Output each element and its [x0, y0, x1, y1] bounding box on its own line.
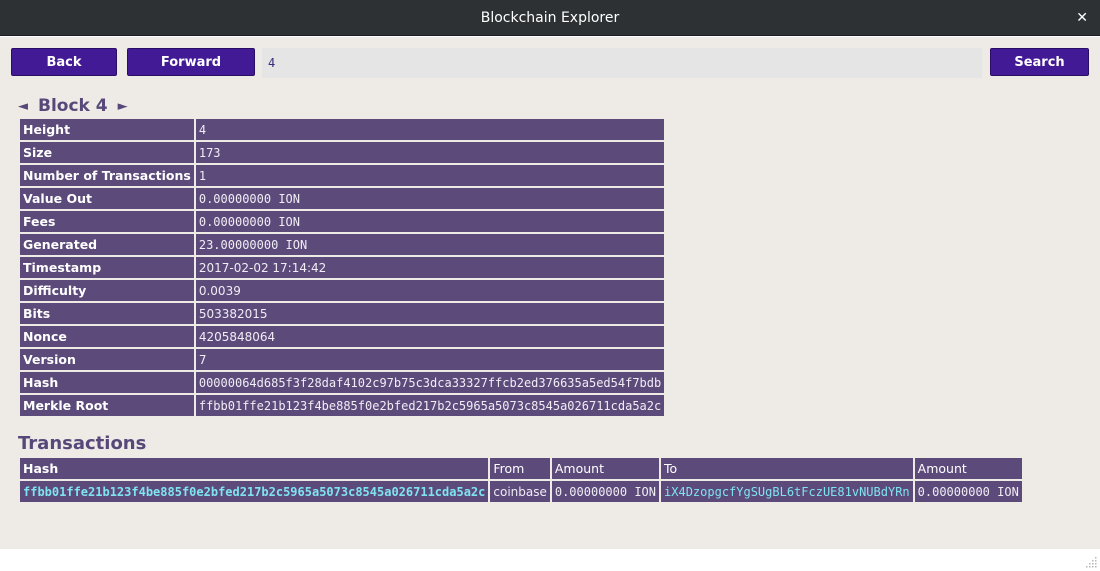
block-field-row: Nonce 4205848064 [20, 326, 665, 347]
field-key: Size [20, 142, 194, 163]
field-value: 173 [195, 142, 665, 163]
field-key: Generated [20, 234, 194, 255]
search-input[interactable] [262, 48, 982, 78]
block-field-row: Timestamp 2017-02-02 17:14:42 [20, 257, 665, 278]
transaction-from: coinbase [490, 481, 550, 502]
column-header-from: From [490, 458, 550, 479]
field-key: Nonce [20, 326, 194, 347]
field-key: Number of Transactions [20, 165, 194, 186]
block-field-row: Fees 0.00000000 ION [20, 211, 665, 232]
field-key: Bits [20, 303, 194, 324]
block-field-row: Hash 00000064d685f3f28daf4102c97b75c3dca3… [20, 372, 665, 393]
block-info-table: Height 4 Size 173 Number of Transactions 1 … [18, 117, 666, 418]
field-value: 4 [195, 119, 665, 140]
field-key: Timestamp [20, 257, 194, 278]
main-content: Back Forward Search ◄ Block 4 ► Height4 … [0, 37, 1100, 549]
block-field-row: Generated 23.00000000 ION [20, 234, 665, 255]
field-value: 503382015 [195, 303, 665, 324]
column-header-amount-in: Amount [551, 458, 660, 479]
block-title: Block 4 [38, 96, 108, 116]
field-value: 0.00000000 ION [195, 188, 665, 209]
field-key: Difficulty [20, 280, 194, 301]
column-header-amount-out: Amount [914, 458, 1022, 479]
field-key: Fees [20, 211, 194, 232]
field-value: 1 [195, 165, 665, 186]
forward-button[interactable]: Forward [127, 48, 255, 76]
field-value: 2017-02-02 17:14:42 [195, 257, 665, 278]
field-value: 23.00000000 ION [195, 234, 665, 255]
field-key: Merkle Root [20, 395, 194, 416]
block-field-row: Height 4 [20, 119, 665, 140]
column-header-hash: Hash [20, 458, 489, 479]
block-field-row: Merkle Root ffbb01ffe21b123f4be885f0e2bfe… [20, 395, 665, 416]
field-value: 0.0039 [195, 280, 665, 301]
block-field-row: Difficulty 0.0039 [20, 280, 665, 301]
transaction-to-address-link[interactable]: iX4DzopgcfYgSUgBL6tFczUE81vNUBdYRn [661, 481, 913, 502]
field-key: Value Out [20, 188, 194, 209]
field-key: Hash [20, 372, 194, 393]
resize-grip-icon[interactable] [1085, 556, 1097, 568]
window-title: Blockchain Explorer [480, 10, 620, 26]
next-block-icon[interactable]: ► [118, 99, 128, 114]
transactions-table: Hash From Amount To Amount ffbb01ffe21b1… [18, 456, 1024, 504]
field-value: 00000064d685f3f28daf4102c97b75c3dca33327… [195, 372, 665, 393]
field-key: Version [20, 349, 194, 370]
block-field-row: Value Out 0.00000000 ION [20, 188, 665, 209]
field-value: 4205848064 [195, 326, 665, 347]
title-bar: Blockchain Explorer ✕ [0, 0, 1100, 36]
transaction-amount-in: 0.00000000 ION [551, 481, 660, 502]
transactions-heading: Transactions [18, 433, 147, 454]
field-key: Height [20, 119, 194, 140]
block-field-row: Bits 503382015 [20, 303, 665, 324]
block-field-row: Size 173 [20, 142, 665, 163]
previous-block-icon[interactable]: ◄ [18, 99, 28, 114]
block-header: ◄ Block 4 ► [18, 95, 128, 117]
field-value: 7 [195, 349, 665, 370]
transactions-header-row: Hash From Amount To Amount [20, 458, 1022, 479]
search-button[interactable]: Search [990, 48, 1089, 76]
transaction-row: ffbb01ffe21b123f4be885f0e2bfed217b2c5965… [20, 481, 1022, 502]
close-icon[interactable]: ✕ [1076, 0, 1088, 36]
block-field-row: Version 7 [20, 349, 665, 370]
transaction-hash-link[interactable]: ffbb01ffe21b123f4be885f0e2bfed217b2c5965… [20, 481, 489, 502]
column-header-to: To [661, 458, 913, 479]
transaction-amount-out: 0.00000000 ION [914, 481, 1022, 502]
back-button[interactable]: Back [11, 48, 117, 76]
field-value: ffbb01ffe21b123f4be885f0e2bfed217b2c5965… [195, 395, 665, 416]
field-value: 0.00000000 ION [195, 211, 665, 232]
block-field-row: Number of Transactions 1 [20, 165, 665, 186]
